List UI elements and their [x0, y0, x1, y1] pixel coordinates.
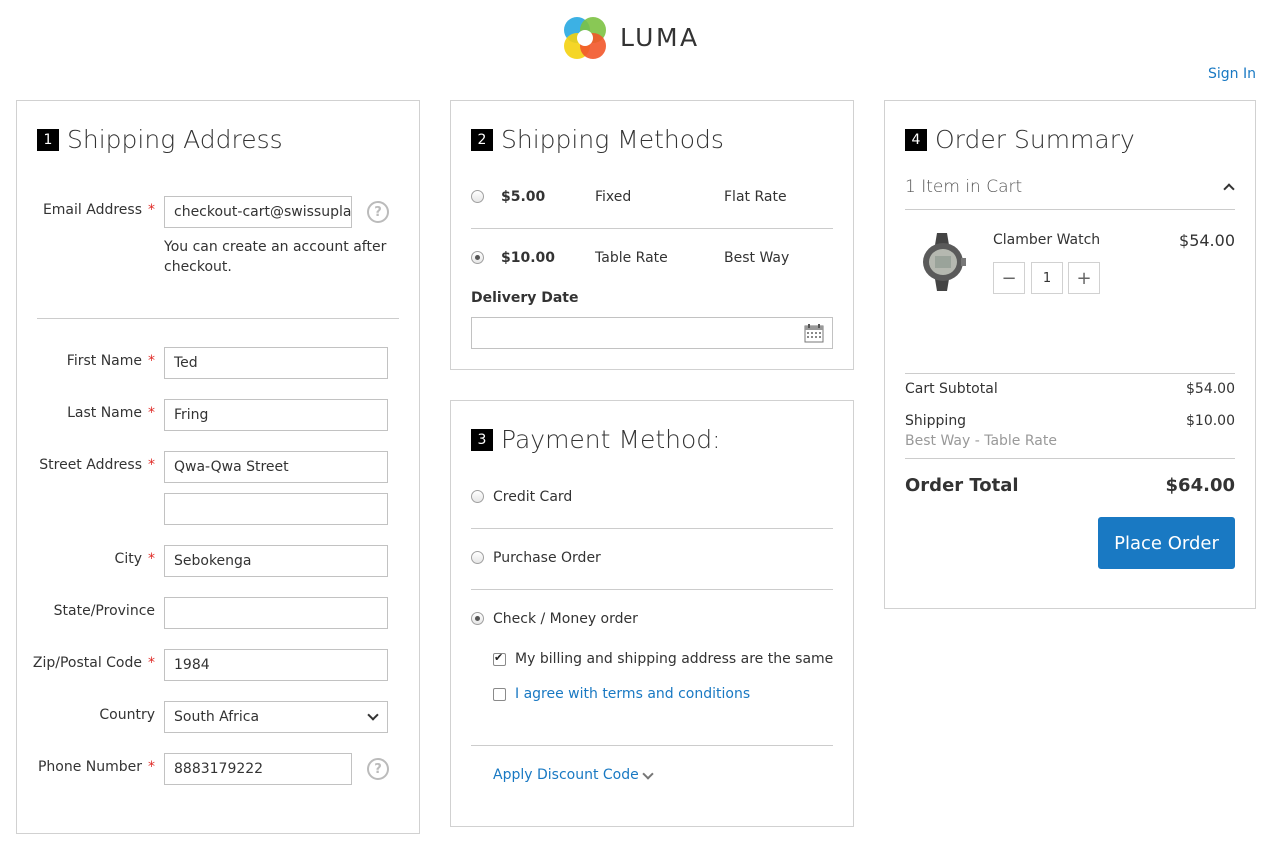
sign-in-link[interactable]: Sign In	[1208, 66, 1256, 82]
order-total-divider	[905, 458, 1235, 459]
payment-option-label: Credit Card	[493, 489, 573, 505]
logo-text: LUMA	[620, 23, 700, 52]
country-label: Country	[99, 707, 155, 723]
terms-link[interactable]: I agree with terms and conditions	[515, 686, 750, 702]
shipping-carrier: Best Way	[724, 250, 790, 266]
delivery-date-input[interactable]	[471, 317, 833, 349]
last-name-input[interactable]: Fring	[164, 399, 388, 431]
shipping-price: $5.00	[501, 189, 546, 205]
subtotal-value: $54.00	[1186, 381, 1235, 397]
chevron-up-icon[interactable]	[1223, 183, 1235, 195]
required-mark: *	[148, 202, 155, 218]
state-province-input[interactable]	[164, 597, 388, 629]
zip-code-label: Zip/Postal Code *	[32, 655, 155, 671]
city-label: City *	[114, 551, 155, 567]
shipping-methods-panel: 2 Shipping Methods $5.00 Fixed Flat Rate…	[450, 100, 854, 370]
items-in-cart-toggle[interactable]: 1 Item in Cart	[905, 177, 1022, 197]
last-name-label: Last Name *	[67, 405, 155, 421]
qty-input[interactable]: 1	[1031, 262, 1063, 294]
shipping-value: $10.00	[1186, 413, 1235, 429]
street-address-line2-input[interactable]	[164, 493, 388, 525]
billing-same-label: My billing and shipping address are the …	[515, 651, 834, 667]
shipping-option-divider	[471, 228, 833, 229]
shipping-label: Shipping	[905, 413, 967, 429]
section-title: Shipping Methods	[501, 125, 724, 154]
first-name-input[interactable]: Ted	[164, 347, 388, 379]
shipping-method: Fixed	[595, 189, 632, 205]
product-name[interactable]: Clamber Watch	[993, 232, 1100, 248]
shipping-method-summary: Best Way - Table Rate	[905, 433, 1057, 449]
qty-decrease-button[interactable]: −	[993, 262, 1025, 294]
place-order-button[interactable]: Place Order	[1098, 517, 1235, 569]
order-total-label: Order Total	[905, 475, 1019, 496]
step-number-badge: 4	[905, 129, 927, 151]
product-thumbnail	[923, 233, 966, 291]
shipping-methods-heading: 2 Shipping Methods	[471, 125, 724, 155]
luma-logo[interactable]: LUMA	[562, 15, 700, 61]
apply-discount-link[interactable]: Apply Discount Code	[493, 767, 639, 783]
payment-option-divider	[471, 589, 833, 590]
discount-divider	[471, 745, 833, 746]
chevron-down-icon	[367, 709, 379, 721]
phone-help-icon[interactable]: ?	[367, 758, 389, 780]
step-number-badge: 3	[471, 429, 493, 451]
order-total-value: $64.00	[1165, 475, 1235, 496]
order-summary-heading: 4 Order Summary	[905, 125, 1135, 155]
phone-number-input[interactable]: 8883179222	[164, 753, 352, 785]
street-address-label: Street Address *	[39, 457, 155, 473]
step-number-badge: 2	[471, 129, 493, 151]
payment-option-divider	[471, 528, 833, 529]
chevron-down-icon[interactable]	[642, 768, 654, 780]
delivery-date-label: Delivery Date	[471, 290, 579, 306]
shipping-address-panel: 1 Shipping Address Email Address * checko…	[16, 100, 420, 834]
qty-increase-button[interactable]: +	[1068, 262, 1100, 294]
product-price: $54.00	[1179, 231, 1235, 250]
section-title: Shipping Address	[67, 125, 283, 154]
billing-same-checkbox[interactable]	[493, 651, 506, 666]
email-divider	[37, 318, 399, 319]
calendar-icon[interactable]	[804, 323, 824, 343]
phone-number-label: Phone Number *	[37, 759, 155, 775]
country-select[interactable]: South Africa	[164, 701, 388, 733]
email-input[interactable]: checkout-cart@swissuplab	[164, 196, 352, 228]
shipping-radio-best-way[interactable]	[471, 251, 484, 264]
email-help-icon[interactable]: ?	[367, 201, 389, 223]
street-address-input[interactable]: Qwa-Qwa Street	[164, 451, 388, 483]
shipping-radio-flat-rate[interactable]	[471, 190, 484, 203]
payment-method-heading: 3 Payment Method:	[471, 425, 721, 455]
shipping-address-heading: 1 Shipping Address	[37, 125, 283, 155]
section-title: Payment Method:	[501, 425, 721, 454]
shipping-price: $10.00	[501, 250, 556, 266]
order-summary-panel: 4 Order Summary 1 Item in Cart Clamber W…	[884, 100, 1256, 609]
shipping-method: Table Rate	[595, 250, 668, 266]
totals-divider	[905, 373, 1235, 374]
cart-header-divider	[905, 209, 1235, 210]
first-name-label: First Name *	[66, 353, 155, 369]
state-province-label: State/Province	[53, 603, 155, 619]
payment-option-label: Check / Money order	[493, 611, 638, 627]
shipping-carrier: Flat Rate	[724, 189, 787, 205]
step-number-badge: 1	[37, 129, 59, 151]
payment-radio-credit-card[interactable]	[471, 490, 484, 503]
email-label: Email Address *	[42, 202, 155, 218]
payment-method-panel: 3 Payment Method: Credit Card Purchase O…	[450, 400, 854, 827]
payment-radio-check-money-order[interactable]	[471, 612, 484, 625]
terms-checkbox[interactable]	[493, 688, 506, 701]
email-note: You can create an account after checkout…	[164, 239, 387, 275]
country-selected-value: South Africa	[174, 709, 260, 725]
section-title: Order Summary	[935, 125, 1135, 154]
subtotal-label: Cart Subtotal	[905, 381, 998, 397]
payment-radio-purchase-order[interactable]	[471, 551, 484, 564]
city-input[interactable]: Sebokenga	[164, 545, 388, 577]
payment-option-label: Purchase Order	[493, 550, 601, 566]
zip-code-input[interactable]: 1984	[164, 649, 388, 681]
luma-logo-icon	[564, 17, 606, 59]
